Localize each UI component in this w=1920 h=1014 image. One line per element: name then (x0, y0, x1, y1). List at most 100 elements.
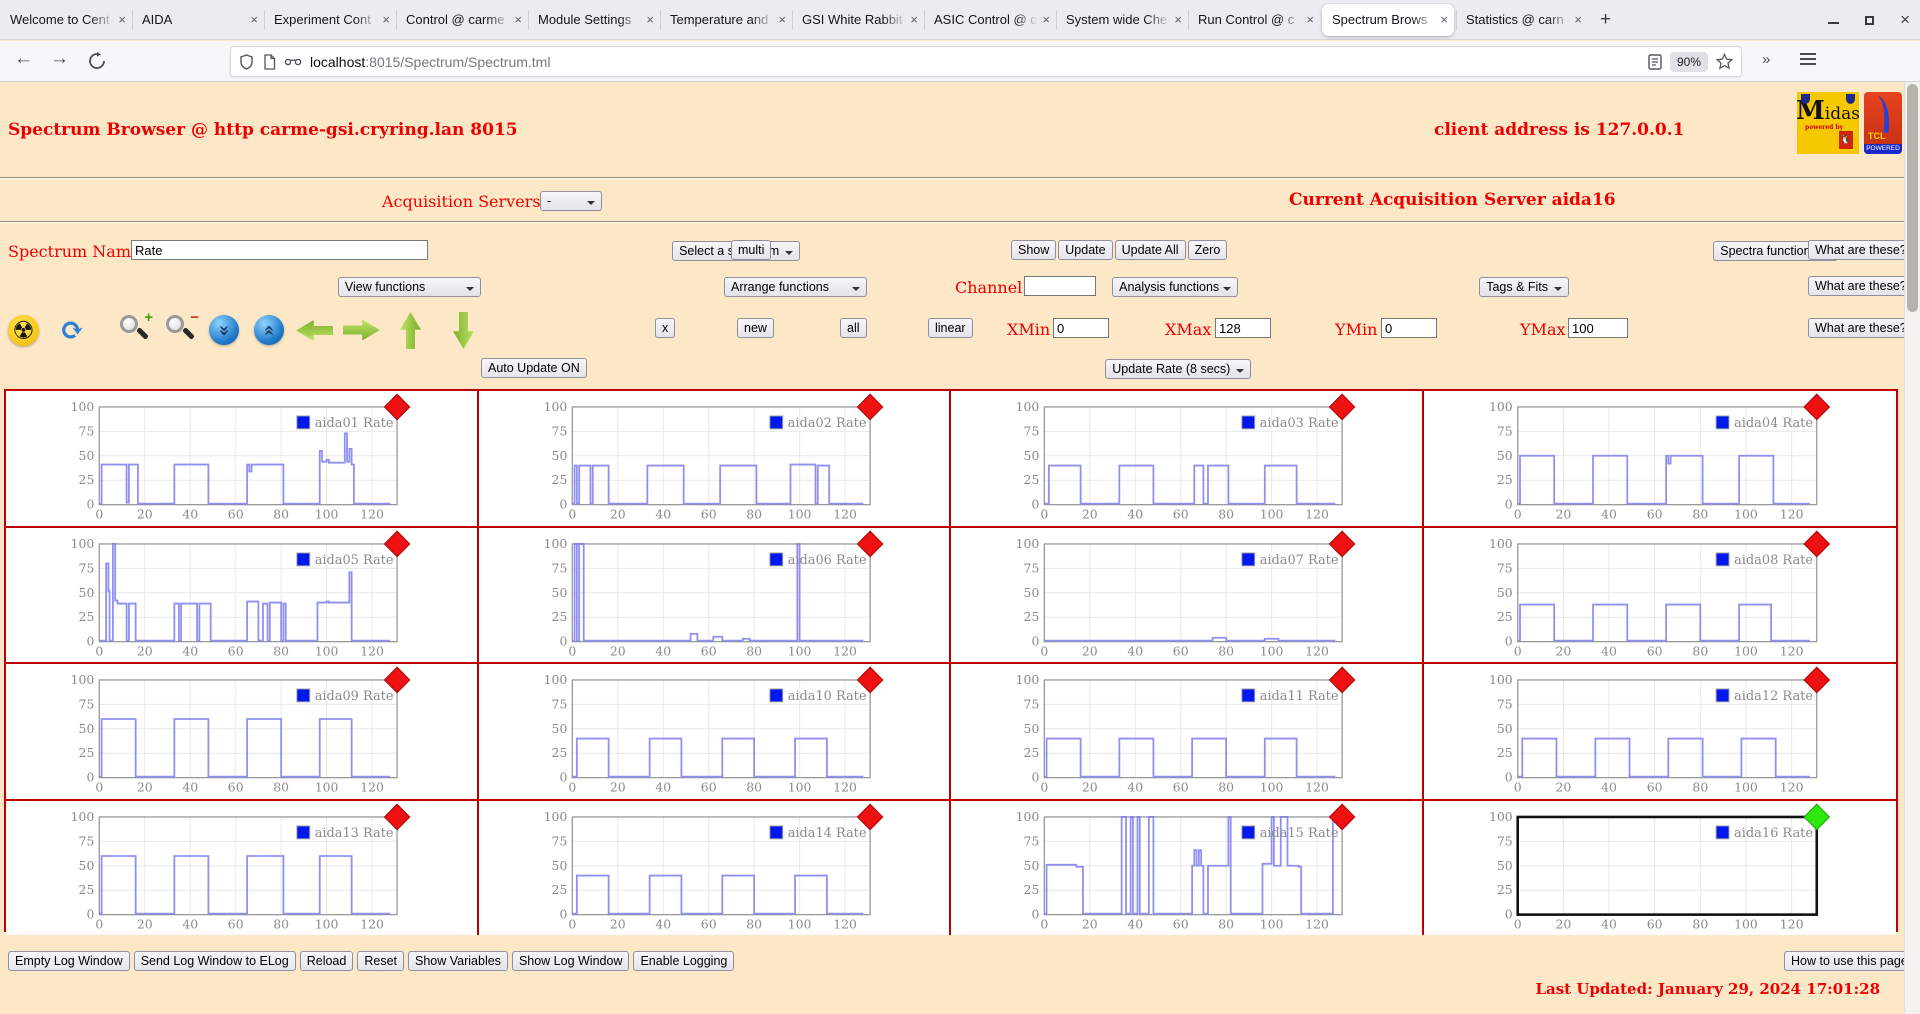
spectrum-cell-aida12[interactable]: 0255075100020406080100120aida12 Rate (1424, 664, 1897, 801)
arrow-down-icon[interactable] (451, 312, 476, 349)
browser-tab[interactable]: AIDA× (132, 0, 264, 40)
zoom-out-icon[interactable]: − (163, 312, 199, 348)
refresh-icon[interactable]: ⟳ (55, 313, 89, 348)
page-scrollbar[interactable] (1904, 82, 1920, 1014)
bookmark-star-icon[interactable] (1716, 53, 1733, 70)
x-button[interactable]: x (655, 318, 675, 338)
xmin-input[interactable] (1053, 318, 1109, 338)
update-all-button[interactable]: Update All (1115, 240, 1186, 260)
tab-close-icon[interactable]: × (1436, 12, 1448, 27)
browser-tab[interactable]: Statistics @ carn× (1456, 0, 1588, 40)
browser-tab[interactable]: Welcome to Cent× (0, 0, 132, 40)
ymax-input[interactable] (1568, 318, 1628, 338)
arrow-left-icon[interactable] (296, 318, 333, 343)
spectrum-cell-aida03[interactable]: 0255075100020406080100120aida03 Rate (951, 391, 1424, 528)
spectrum-cell-aida07[interactable]: 0255075100020406080100120aida07 Rate (951, 528, 1424, 665)
spectrum-cell-aida08[interactable]: 0255075100020406080100120aida08 Rate (1424, 528, 1897, 665)
zero-button[interactable]: Zero (1188, 240, 1228, 260)
scrollbar-thumb[interactable] (1907, 84, 1918, 312)
tab-close-icon[interactable]: × (642, 12, 654, 27)
spectrum-name-input[interactable] (131, 240, 428, 260)
spectrum-cell-aida05[interactable]: 0255075100020406080100120aida05 Rate (6, 528, 479, 665)
xmax-input[interactable] (1215, 318, 1271, 338)
browser-tab[interactable]: Temperature and× (660, 0, 792, 40)
update-rate-dropdown[interactable]: Update Rate (8 secs) (1105, 359, 1251, 379)
tab-close-icon[interactable]: × (1170, 12, 1182, 27)
all-button[interactable]: all (840, 318, 867, 338)
arrow-up-icon[interactable] (398, 312, 423, 349)
what-are-these-button[interactable]: What are these? (1808, 276, 1914, 296)
enable-logging-button[interactable]: Enable Logging (633, 951, 734, 971)
tab-close-icon[interactable]: × (378, 12, 390, 27)
spectrum-cell-aida04[interactable]: 0255075100020406080100120aida04 Rate (1424, 391, 1897, 528)
page-info-icon[interactable] (263, 54, 276, 70)
view-functions-dropdown[interactable]: View functions (338, 277, 481, 297)
tab-close-icon[interactable]: × (114, 12, 126, 27)
radiation-icon[interactable]: ☢ (8, 315, 39, 346)
new-button[interactable]: new (737, 318, 774, 338)
menu-icon[interactable] (1800, 53, 1816, 68)
shield-icon[interactable] (239, 54, 254, 70)
permissions-icon[interactable] (284, 57, 302, 67)
tab-close-icon[interactable]: × (774, 12, 786, 27)
spectrum-cell-aida15[interactable]: 0255075100020406080100120aida15 Rate (951, 801, 1424, 936)
spectrum-cell-aida09[interactable]: 0255075100020406080100120aida09 Rate (6, 664, 479, 801)
maximize-button[interactable] (1865, 16, 1874, 25)
empty-log-window-button[interactable]: Empty Log Window (8, 951, 130, 971)
tab-close-icon[interactable]: × (1570, 12, 1582, 27)
zoom-in-icon[interactable]: + (117, 312, 153, 348)
what-are-these-button[interactable]: What are these? (1808, 240, 1914, 260)
browser-tab[interactable]: Run Control @ c× (1188, 0, 1320, 40)
reset-button[interactable]: Reset (357, 951, 404, 971)
ymin-input[interactable] (1381, 318, 1437, 338)
tab-close-icon[interactable]: × (906, 12, 918, 27)
tab-close-icon[interactable]: × (246, 12, 258, 27)
new-tab-button[interactable]: + (1588, 9, 1623, 31)
browser-tab[interactable]: Spectrum Brows× (1322, 4, 1454, 36)
linear-button[interactable]: linear (928, 318, 973, 338)
browser-tab[interactable]: Experiment Cont× (264, 0, 396, 40)
spectrum-cell-aida11[interactable]: 0255075100020406080100120aida11 Rate (951, 664, 1424, 801)
browser-tab[interactable]: ASIC Control @ c× (924, 0, 1056, 40)
spectrum-cell-aida01[interactable]: 0255075100020406080100120aida01 Rate (6, 391, 479, 528)
update-button[interactable]: Update (1058, 240, 1112, 260)
analysis-functions-dropdown[interactable]: Analysis functions (1112, 277, 1238, 297)
channel-input[interactable] (1024, 276, 1096, 296)
show-button[interactable]: Show (1011, 240, 1056, 260)
zoom-level-badge[interactable]: 90% (1670, 52, 1708, 72)
collapse-down-icon[interactable]: » (209, 315, 239, 345)
browser-tab[interactable]: GSI White Rabbit× (792, 0, 924, 40)
spectrum-cell-aida14[interactable]: 0255075100020406080100120aida14 Rate (479, 801, 952, 936)
minimize-button[interactable] (1828, 16, 1839, 24)
close-window-button[interactable]: × (1900, 10, 1910, 30)
reader-mode-icon[interactable] (1648, 54, 1662, 70)
show-log-window-button[interactable]: Show Log Window (512, 951, 630, 971)
how-to-use-button[interactable]: How to use this page (1784, 951, 1915, 971)
browser-tab[interactable]: Module Settings× (528, 0, 660, 40)
expand-up-icon[interactable]: » (254, 315, 284, 345)
spectrum-cell-aida06[interactable]: 0255075100020406080100120aida06 Rate (479, 528, 952, 665)
spectrum-cell-aida10[interactable]: 0255075100020406080100120aida10 Rate (479, 664, 952, 801)
acquisition-servers-select[interactable]: - (540, 191, 602, 211)
send-log-window-to-elog-button[interactable]: Send Log Window to ELog (134, 951, 296, 971)
tags-fits-dropdown[interactable]: Tags & Fits (1479, 277, 1569, 297)
spectrum-cell-aida16[interactable]: 0255075100020406080100120aida16 Rate (1424, 801, 1897, 936)
url-bar[interactable]: localhost:8015/Spectrum/Spectrum.tml 90% (230, 46, 1742, 77)
reload-button[interactable] (88, 52, 106, 70)
tab-close-icon[interactable]: × (510, 12, 522, 27)
arrow-right-icon[interactable] (343, 318, 380, 343)
tab-close-icon[interactable]: × (1302, 12, 1314, 27)
back-button[interactable]: ← (14, 48, 33, 70)
arrange-functions-dropdown[interactable]: Arrange functions (724, 277, 867, 297)
tab-close-icon[interactable]: × (1038, 12, 1050, 27)
browser-tab[interactable]: Control @ carme× (396, 0, 528, 40)
spectrum-cell-aida02[interactable]: 0255075100020406080100120aida02 Rate (479, 391, 952, 528)
reload-button[interactable]: Reload (300, 951, 354, 971)
show-variables-button[interactable]: Show Variables (408, 951, 508, 971)
what-are-these-button[interactable]: What are these? (1808, 318, 1914, 338)
toolbar-overflow-icon[interactable]: » (1762, 51, 1768, 68)
spectrum-cell-aida13[interactable]: 0255075100020406080100120aida13 Rate (6, 801, 479, 936)
forward-button[interactable]: → (50, 48, 69, 70)
browser-tab[interactable]: System wide Che× (1056, 0, 1188, 40)
multi-button[interactable]: multi (731, 240, 771, 260)
